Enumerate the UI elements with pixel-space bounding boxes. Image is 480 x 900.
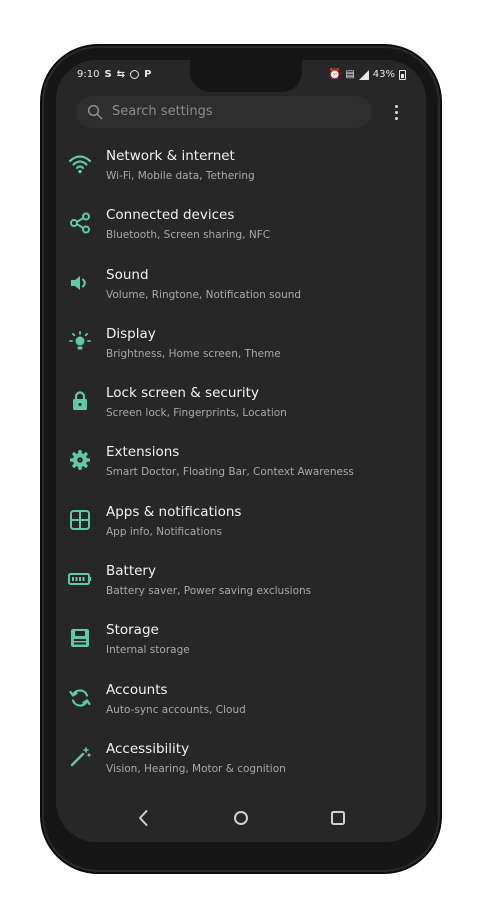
settings-item-subtitle: Internal storage xyxy=(106,644,190,657)
settings-item-title: Sound xyxy=(106,266,149,283)
settings-item-apps[interactable]: Apps & notifications App info, Notificat… xyxy=(56,496,426,555)
notification-s-icon: S xyxy=(104,68,112,80)
settings-item-title: Lock screen & security xyxy=(106,385,259,402)
wifi-icon xyxy=(68,155,92,174)
battery-status-icon xyxy=(399,69,406,80)
settings-item-lock-screen[interactable]: Lock screen & security Screen lock, Fing… xyxy=(56,377,426,436)
settings-item-title: Connected devices xyxy=(106,207,235,224)
settings-item-extensions[interactable]: Extensions Smart Doctor, Floating Bar, C… xyxy=(56,436,426,495)
settings-item-title: Battery xyxy=(106,563,156,580)
signal-icon xyxy=(358,69,369,80)
data-icon: ▤ xyxy=(345,68,355,80)
status-time: 9:10 xyxy=(77,69,100,80)
settings-item-title: Display xyxy=(106,325,156,342)
settings-item-title: Apps & notifications xyxy=(106,503,242,520)
settings-item-subtitle: Auto-sync accounts, Cloud xyxy=(106,703,246,716)
settings-item-subtitle: Battery saver, Power saving exclusions xyxy=(106,585,312,598)
apps-grid-icon xyxy=(70,509,90,530)
recents-button[interactable] xyxy=(326,806,350,830)
gear-icon xyxy=(70,450,90,471)
navigation-bar xyxy=(56,798,426,838)
sync-icon xyxy=(69,689,91,707)
storage-icon xyxy=(71,629,89,648)
camera-notch xyxy=(190,60,302,92)
brightness-icon xyxy=(69,330,91,350)
settings-item-title: Extensions xyxy=(106,444,180,461)
search-bar[interactable]: Search settings xyxy=(76,96,372,128)
notification-circle-icon xyxy=(130,70,140,79)
home-button[interactable] xyxy=(229,806,253,830)
settings-item-title: Network & internet xyxy=(106,148,235,164)
search-icon xyxy=(87,104,103,120)
settings-item-battery[interactable]: Battery Battery saver, Power saving excl… xyxy=(56,555,426,614)
settings-item-display[interactable]: Display Brightness, Home screen, Theme xyxy=(56,318,426,377)
settings-item-sound[interactable]: Sound Volume, Ringtone, Notification sou… xyxy=(56,259,426,318)
notification-p-icon: P xyxy=(144,68,152,80)
settings-item-subtitle: Vision, Hearing, Motor & cognition xyxy=(106,762,286,775)
search-input[interactable]: Search settings xyxy=(112,104,213,119)
settings-item-accounts[interactable]: Accounts Auto-sync accounts, Cloud xyxy=(56,674,426,733)
volume-icon xyxy=(71,275,86,290)
settings-item-network[interactable]: Network & internet Wi-Fi, Mobile data, T… xyxy=(56,140,426,199)
settings-item-storage[interactable]: Storage Internal storage xyxy=(56,614,426,673)
settings-item-title: Storage xyxy=(106,622,159,639)
settings-item-subtitle: Bluetooth, Screen sharing, NFC xyxy=(106,229,271,242)
back-button[interactable] xyxy=(132,806,156,830)
alarm-icon: ⏰ xyxy=(328,68,342,80)
more-options-button[interactable] xyxy=(386,100,406,124)
settings-item-accessibility[interactable]: Accessibility Vision, Hearing, Motor & c… xyxy=(56,733,426,792)
screen: 9:10 S ⇆ P ⏰ ▤ 43% Search settings Netwo… xyxy=(56,60,426,842)
battery-icon xyxy=(68,573,92,586)
settings-item-connected-devices[interactable]: Connected devices Bluetooth, Screen shar… xyxy=(56,199,426,258)
settings-item-subtitle: Volume, Ringtone, Notification sound xyxy=(106,288,302,301)
usb-icon: ⇆ xyxy=(116,68,126,80)
share-icon xyxy=(70,212,90,234)
lock-icon xyxy=(73,391,87,411)
settings-item-subtitle: App info, Notifications xyxy=(106,525,222,538)
settings-item-subtitle: Screen lock, Fingerprints, Location xyxy=(106,407,287,420)
settings-item-title: Accessibility xyxy=(106,740,190,757)
settings-item-subtitle: Wi-Fi, Mobile data, Tethering xyxy=(106,170,255,182)
settings-item-subtitle: Brightness, Home screen, Theme xyxy=(106,347,281,360)
settings-list: Network & internet Wi-Fi, Mobile data, T… xyxy=(56,140,426,792)
settings-item-title: Accounts xyxy=(106,681,168,698)
settings-item-subtitle: Smart Doctor, Floating Bar, Context Awar… xyxy=(106,466,354,479)
battery-percent: 43% xyxy=(372,69,395,80)
magic-wand-icon xyxy=(70,747,91,767)
